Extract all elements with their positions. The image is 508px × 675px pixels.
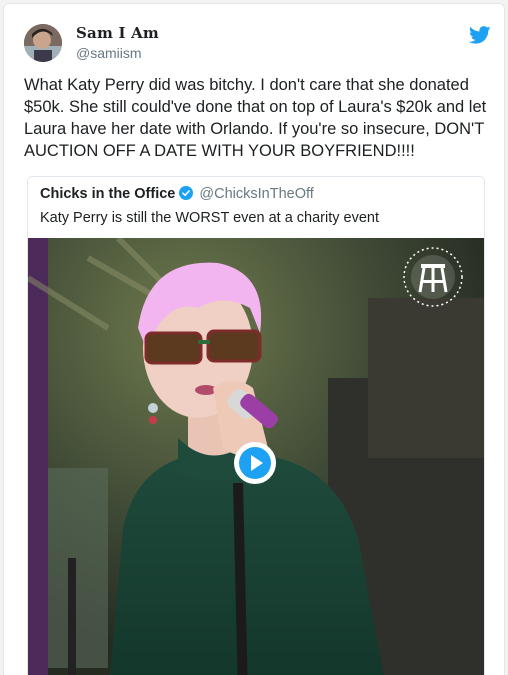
tweet-card: Sam I Am @samiism What Katy Perry did wa… <box>3 3 505 675</box>
twitter-bird-icon[interactable] <box>469 26 491 44</box>
play-button[interactable] <box>234 442 276 484</box>
handle[interactable]: @samiism <box>76 45 142 61</box>
video-thumbnail[interactable] <box>28 238 484 675</box>
tweet-text: What Katy Perry did was bitchy. I don't … <box>24 76 487 160</box>
quoted-tweet-text: Katy Perry is still the WORST even at a … <box>40 210 379 226</box>
play-icon <box>239 447 271 479</box>
quoted-display-name[interactable]: Chicks in the Office <box>40 186 175 202</box>
display-name[interactable]: Sam I Am <box>76 24 159 42</box>
verified-badge-icon <box>179 186 194 200</box>
quoted-tweet-header: Chicks in the Office @ChicksInTheOff <box>40 186 314 202</box>
avatar[interactable] <box>24 24 62 62</box>
barstool-logo-icon <box>403 247 463 307</box>
quoted-tweet[interactable]: Chicks in the Office @ChicksInTheOff Kat… <box>27 176 485 675</box>
quoted-handle[interactable]: @ChicksInTheOff <box>199 186 313 202</box>
